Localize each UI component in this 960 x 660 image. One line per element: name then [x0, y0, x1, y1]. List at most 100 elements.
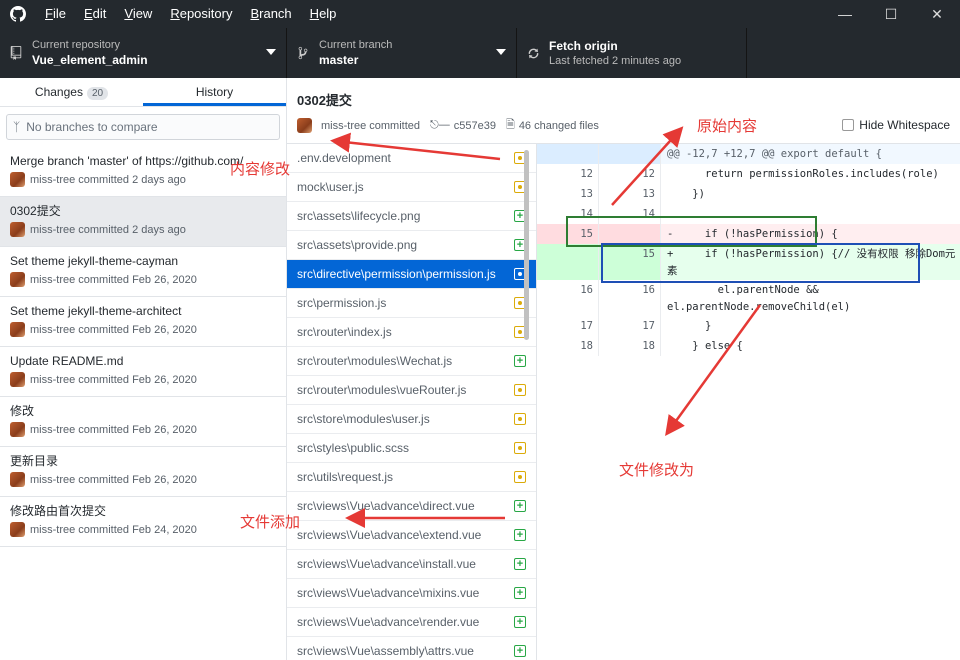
file-list-scrollbar[interactable]: [524, 150, 529, 340]
diff-line-code: return permissionRoles.includes(role): [667, 168, 939, 180]
minimize-icon[interactable]: —: [822, 0, 868, 28]
avatar: [10, 522, 25, 537]
commit-item-title: 修改路由首次提交: [10, 504, 107, 518]
avatar: [10, 322, 25, 337]
file-path: src\store\modules\user.js: [297, 412, 430, 426]
line-number-old: 14: [537, 204, 599, 224]
changed-file-item[interactable]: src\router\index.js: [287, 318, 536, 347]
commit-list-item[interactable]: Set theme jekyll-theme-architect miss-tre…: [0, 297, 286, 347]
menu-item-view[interactable]: View: [115, 0, 161, 28]
maximize-icon[interactable]: ☐: [868, 0, 914, 28]
sync-icon: [517, 47, 549, 60]
commit-item-title: 修改: [10, 404, 35, 418]
diff-view: @@ -12,7 +12,7 @@ export default { 12 12 …: [537, 144, 960, 660]
diff-line-code: }): [667, 188, 705, 200]
changed-file-item[interactable]: src\views\Vue\advance\install.vue +: [287, 550, 536, 579]
changed-file-item[interactable]: src\views\Vue\advance\direct.vue +: [287, 492, 536, 521]
avatar: [10, 172, 25, 187]
changed-file-item[interactable]: src\router\modules\vueRouter.js: [287, 376, 536, 405]
commit-item-author: miss-tree committed Feb 26, 2020: [30, 323, 197, 336]
menu-item-help[interactable]: Help: [301, 0, 346, 28]
annotation-file-modified-to: 文件修改为: [619, 461, 695, 479]
file-added-icon: +: [514, 587, 526, 599]
commit-sha[interactable]: c557e39: [454, 120, 496, 132]
commit-list-item[interactable]: 修改 miss-tree committed Feb 26, 2020: [0, 397, 286, 447]
changed-file-item[interactable]: src\styles\public.scss: [287, 434, 536, 463]
changed-file-item[interactable]: src\permission.js: [287, 289, 536, 318]
fetch-origin-button[interactable]: Fetch origin Last fetched 2 minutes ago: [517, 28, 747, 78]
diff-line[interactable]: 18 18 } else {: [537, 336, 960, 356]
menu-item-repository[interactable]: Repository: [161, 0, 241, 28]
file-path: src\views\Vue\advance\install.vue: [297, 557, 476, 571]
last-fetched: Last fetched 2 minutes ago: [549, 55, 682, 67]
diff-line[interactable]: 13 13 }): [537, 184, 960, 204]
file-path: src\router\modules\vueRouter.js: [297, 383, 467, 397]
line-number-new: 15: [599, 244, 661, 280]
diff-line[interactable]: 14 14: [537, 204, 960, 224]
current-repository-dropdown[interactable]: Current repository Vue_element_admin: [0, 28, 287, 78]
menu-item-branch[interactable]: Branch: [241, 0, 300, 28]
chevron-down-icon: [266, 49, 276, 55]
avatar: [10, 222, 25, 237]
changed-file-item[interactable]: src\views\Vue\advance\render.vue +: [287, 608, 536, 637]
line-number-new: 16: [599, 280, 661, 316]
tab-changes-label: Changes: [34, 85, 83, 99]
line-number-new: [599, 144, 661, 164]
file-path: src\views\Vue\advance\extend.vue: [297, 528, 482, 542]
window-controls: — ☐ ✕: [822, 0, 960, 28]
current-branch-dropdown[interactable]: Current branch master: [287, 28, 517, 78]
commit-list-item[interactable]: Update README.md miss-tree committed Feb …: [0, 347, 286, 397]
close-icon[interactable]: ✕: [914, 0, 960, 28]
menu-item-file[interactable]: File: [36, 0, 75, 28]
diff-file-icon: 🗎: [505, 119, 515, 131]
commit-summary-header: 0302提交 miss-tree committed ⎋— c557e39 🗎 46…: [287, 78, 960, 144]
diff-line[interactable]: 12 12 return permissionRoles.includes(rol…: [537, 164, 960, 184]
file-path: mock\user.js: [297, 180, 364, 194]
changes-count-badge: 20: [86, 87, 109, 100]
commit-list-item[interactable]: Set theme jekyll-theme-cayman miss-tree c…: [0, 247, 286, 297]
toolbar: Current repository Vue_element_admin Cur…: [0, 28, 960, 78]
commit-item-title: Update README.md: [10, 354, 124, 368]
line-number-new: 12: [599, 164, 661, 184]
file-added-icon: +: [514, 355, 526, 367]
hide-whitespace-checkbox[interactable]: [842, 119, 855, 131]
commit-list-item[interactable]: 0302提交 miss-tree committed 2 days ago: [0, 197, 286, 247]
changed-file-item[interactable]: src\router\modules\Wechat.js +: [287, 347, 536, 376]
branch-compare-input[interactable]: ᛉ No branches to compare: [6, 114, 280, 140]
commit-list-item[interactable]: 更新目录 miss-tree committed Feb 26, 2020: [0, 447, 286, 497]
file-modified-icon: [514, 442, 526, 454]
line-number-old: 17: [537, 316, 599, 336]
commit-item-author: miss-tree committed Feb 26, 2020: [30, 423, 197, 436]
changed-file-item[interactable]: .env.development: [287, 144, 536, 173]
commit-item-author: miss-tree committed 2 days ago: [30, 223, 186, 236]
changed-file-item[interactable]: src\store\modules\user.js: [287, 405, 536, 434]
file-added-icon: +: [514, 500, 526, 512]
commit-item-author: miss-tree committed Feb 24, 2020: [30, 523, 197, 536]
changed-file-item[interactable]: src\directive\permission\permission.js: [287, 260, 536, 289]
branch-name: master: [319, 53, 359, 67]
changed-file-item[interactable]: src\utils\request.js: [287, 463, 536, 492]
diff-line[interactable]: 16 16 el.parentNode && el.parentNode.remo…: [537, 280, 960, 316]
diff-line[interactable]: 15 + if (!hasPermission) {// 没有权限 移除Dom元素: [537, 244, 960, 280]
tab-changes[interactable]: Changes 20: [0, 78, 143, 106]
file-path: src\views\Vue\advance\mixins.vue: [297, 586, 480, 600]
line-number-old: [537, 244, 599, 280]
commit-author: miss-tree committed: [321, 119, 421, 132]
branch-icon: [287, 46, 319, 60]
changed-file-item[interactable]: mock\user.js: [287, 173, 536, 202]
avatar: [10, 472, 25, 487]
chevron-down-icon: [496, 49, 506, 55]
changed-file-item[interactable]: src\views\Vue\advance\extend.vue +: [287, 521, 536, 550]
diff-line[interactable]: 17 17 }: [537, 316, 960, 336]
changed-file-item[interactable]: src\views\Vue\advance\mixins.vue +: [287, 579, 536, 608]
menu-item-edit[interactable]: Edit: [75, 0, 115, 28]
changed-file-item[interactable]: src\assets\provide.png +: [287, 231, 536, 260]
repo-label: Current repository: [32, 39, 121, 51]
hide-whitespace-toggle[interactable]: Hide Whitespace: [842, 118, 950, 132]
diff-line[interactable]: 15 - if (!hasPermission) {: [537, 224, 960, 244]
tab-history[interactable]: History: [143, 78, 286, 106]
avatar: [10, 422, 25, 437]
file-path: src\router\modules\Wechat.js: [297, 354, 453, 368]
changed-file-item[interactable]: src\assets\lifecycle.png +: [287, 202, 536, 231]
changed-file-item[interactable]: src\views\Vue\assembly\attrs.vue +: [287, 637, 536, 660]
